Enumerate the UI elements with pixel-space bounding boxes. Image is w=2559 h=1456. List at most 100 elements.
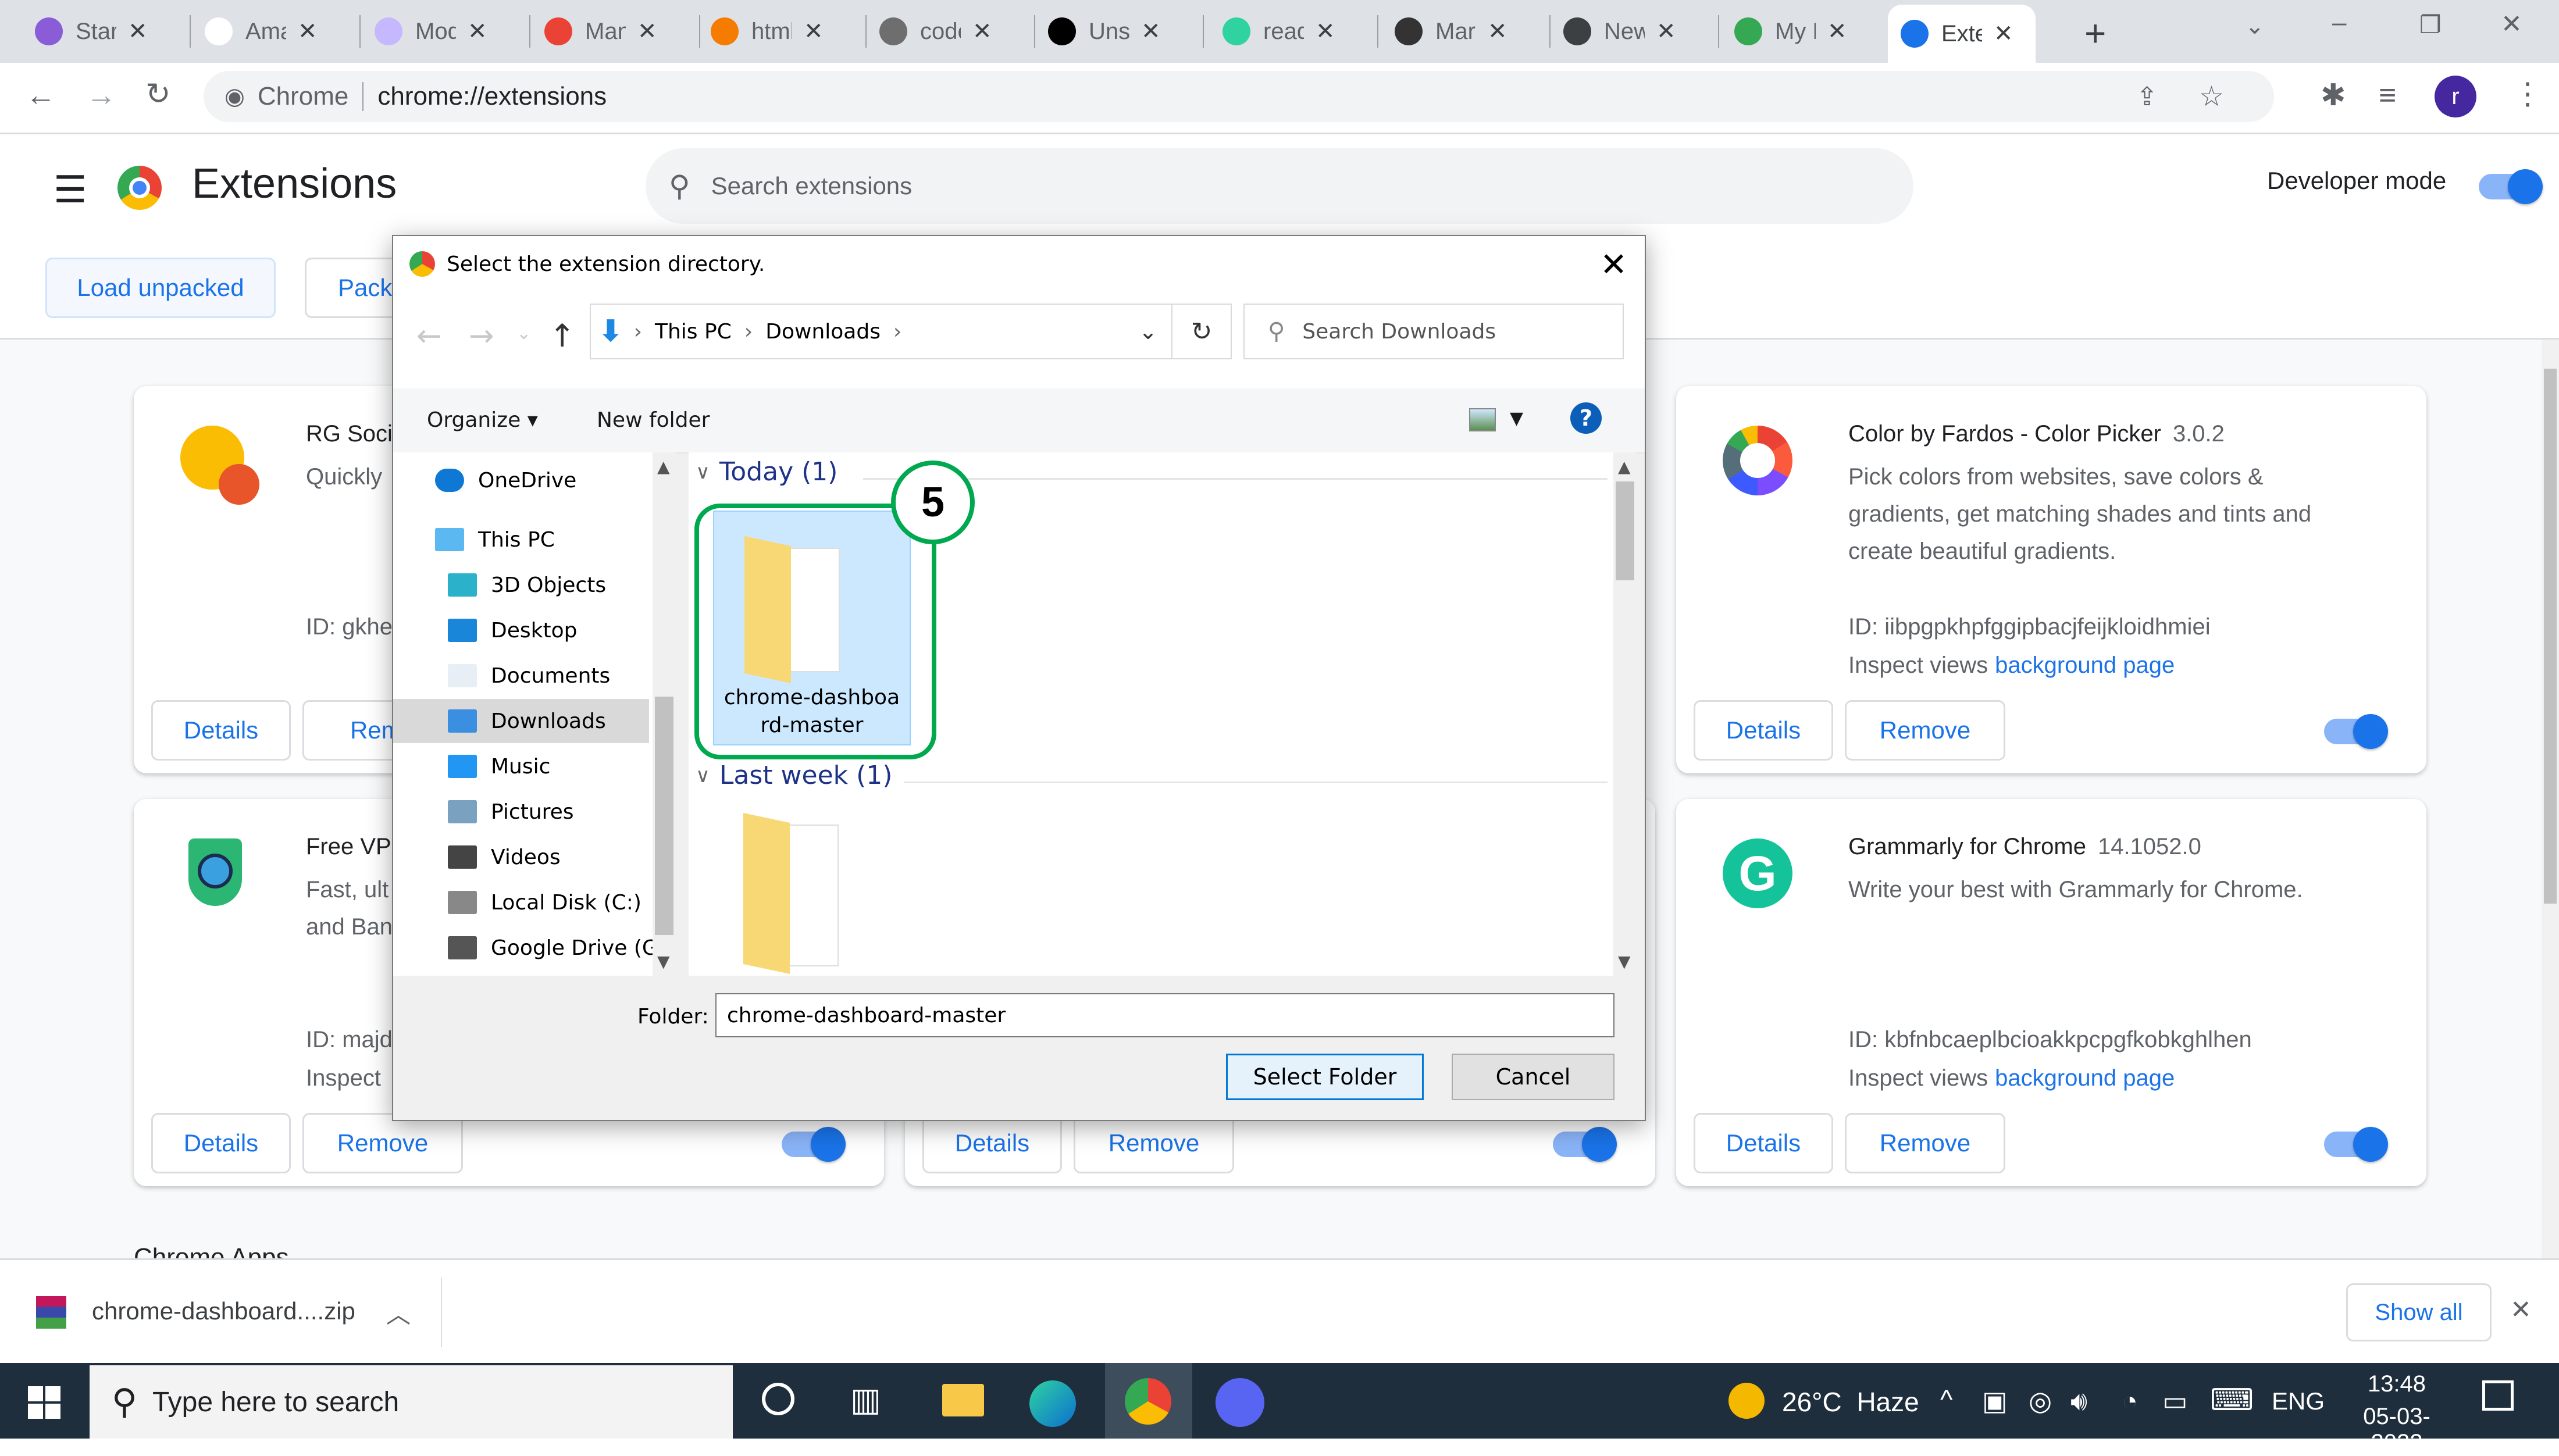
folder-item[interactable] — [743, 813, 839, 975]
menu-kebab-icon[interactable]: ⋮ — [2512, 77, 2543, 112]
new-tab-button[interactable]: + — [2084, 12, 2106, 55]
group-header-last-week[interactable]: ∨ Last week (1) — [696, 761, 892, 790]
notification-center-icon[interactable] — [2482, 1380, 2514, 1411]
help-icon[interactable]: ? — [1570, 402, 1602, 434]
weather-text[interactable]: 26°C Haze — [1782, 1386, 1919, 1418]
tab-mod[interactable]: Mod ✕ — [362, 8, 530, 55]
nav-item-local-disk-c[interactable]: Local Disk (C:) — [393, 880, 649, 925]
tab-close-icon[interactable]: ✕ — [637, 18, 657, 45]
url-text[interactable]: chrome://extensions — [377, 82, 607, 111]
nav-item-google-drive-g[interactable]: Google Drive (G: — [393, 926, 664, 970]
tab-markdown[interactable]: Markdown ✕ — [1382, 8, 1551, 55]
folder-item-selected[interactable]: chrome-dashboa rd-master — [713, 511, 911, 745]
extension-enable-toggle[interactable] — [2324, 1127, 2388, 1162]
details-button[interactable]: Details — [1694, 700, 1833, 761]
show-hidden-icons-chevron[interactable]: ^ — [1940, 1384, 1953, 1415]
breadcrumb-downloads[interactable]: Downloads — [765, 320, 881, 344]
extension-enable-toggle[interactable] — [782, 1127, 846, 1162]
volume-icon[interactable]: 🔊︎ — [2070, 1385, 2087, 1418]
tab-close-icon[interactable]: ✕ — [972, 18, 992, 45]
nav-item-videos[interactable]: Videos — [393, 835, 649, 879]
details-button[interactable]: Details — [151, 1113, 291, 1173]
tab-close-icon[interactable]: ✕ — [1316, 18, 1335, 45]
tab-code[interactable]: code ✕ — [867, 8, 1035, 55]
navigation-scrollbar-thumb[interactable] — [655, 697, 673, 935]
tab-close-icon[interactable]: ✕ — [1141, 18, 1161, 45]
tab-search-button[interactable]: ⌄ — [2245, 13, 2265, 40]
tab-close-icon[interactable]: ✕ — [1656, 18, 1676, 45]
download-filename[interactable]: chrome-dashboard....zip — [92, 1297, 355, 1325]
group-header-today[interactable]: ∨ Today (1) — [696, 457, 837, 487]
battery-icon[interactable]: ▭ — [2162, 1385, 2187, 1416]
tab-close-icon[interactable]: ✕ — [804, 18, 824, 45]
remove-button[interactable]: Remove — [1074, 1113, 1234, 1173]
forward-icon[interactable]: → — [86, 78, 116, 113]
restore-button[interactable]: ❐ — [2419, 10, 2442, 39]
clock-time[interactable]: 13:48 — [2341, 1371, 2452, 1397]
back-icon[interactable]: ← — [26, 78, 56, 113]
keyboard-icon[interactable]: ⌨ — [2210, 1383, 2254, 1418]
organize-menu[interactable]: Organize ▾ — [427, 408, 538, 432]
search-extensions-input[interactable]: ⚲ Search extensions — [646, 148, 1913, 224]
nav-item-3d-objects[interactable]: 3D Objects — [393, 563, 649, 607]
details-button[interactable]: Details — [1694, 1113, 1833, 1173]
close-window-button[interactable]: ✕ — [2501, 9, 2522, 39]
load-unpacked-button[interactable]: Load unpacked — [45, 258, 276, 318]
windows-start-icon[interactable] — [28, 1386, 60, 1419]
new-folder-button[interactable]: New folder — [597, 408, 710, 432]
address-bar[interactable]: ◉ Chrome chrome://extensions ⇪ ☆ — [204, 71, 2274, 122]
dialog-forward-icon[interactable]: → — [469, 319, 494, 354]
address-dropdown-chevron-icon[interactable]: ⌄ — [1139, 319, 1157, 344]
page-scrollbar[interactable] — [2542, 340, 2559, 1258]
language-indicator[interactable]: ENG — [2272, 1387, 2325, 1415]
wifi-icon[interactable]: ◔ — [2122, 1385, 2138, 1416]
remove-button[interactable]: Remove — [1845, 700, 2005, 761]
camera-icon[interactable]: ◎ — [2029, 1385, 2052, 1416]
extension-enable-toggle[interactable] — [2324, 714, 2388, 749]
edge-icon[interactable] — [1029, 1380, 1076, 1427]
nav-item-pictures[interactable]: Pictures — [393, 790, 649, 834]
tab-html[interactable]: html ✕ — [698, 8, 867, 55]
file-list-scrollbar-thumb[interactable] — [1616, 481, 1634, 580]
remove-button[interactable]: Remove — [1845, 1113, 2005, 1173]
tab-close-icon[interactable]: ✕ — [1994, 20, 2013, 47]
view-options-icon[interactable] — [1469, 408, 1496, 431]
tab-new-tab[interactable]: New Tab ✕ — [1551, 8, 1719, 55]
share-icon[interactable]: ⇪ — [2136, 82, 2158, 112]
tab-close-icon[interactable]: ✕ — [128, 18, 148, 45]
folder-name-input[interactable]: chrome-dashboard-master — [715, 993, 1614, 1037]
refresh-button[interactable]: ↻ — [1171, 304, 1232, 359]
background-page-link[interactable]: background page — [1995, 1065, 2175, 1091]
select-folder-button[interactable]: Select Folder — [1226, 1054, 1424, 1100]
show-all-button[interactable]: Show all — [2346, 1283, 2492, 1341]
page-scrollbar-thumb[interactable] — [2544, 369, 2557, 904]
nav-item-downloads[interactable]: Downloads — [393, 699, 649, 743]
profile-avatar[interactable]: r — [2435, 76, 2476, 117]
nav-item-onedrive[interactable]: OneDrive — [393, 458, 649, 502]
taskbar-search-box[interactable]: ⚲ Type here to search — [90, 1365, 733, 1439]
tab-extensions[interactable]: Extensions ✕ — [1888, 5, 2036, 63]
cortana-icon[interactable] — [762, 1383, 794, 1415]
view-options-dropdown-icon[interactable]: ▼ — [1510, 408, 1523, 429]
nav-item-music[interactable]: Music — [393, 744, 649, 788]
clock-date[interactable]: 05-03-2022 — [2341, 1404, 2452, 1456]
file-explorer-icon[interactable] — [942, 1384, 984, 1416]
details-button[interactable]: Details — [151, 700, 291, 761]
developer-mode-toggle[interactable] — [2479, 169, 2543, 204]
up-folder-icon[interactable]: ↑ — [549, 317, 575, 354]
extensions-puzzle-icon[interactable]: ✱ — [2321, 78, 2346, 113]
tab-start[interactable]: Start ✕ — [22, 8, 191, 55]
task-view-icon[interactable]: ▥ — [850, 1380, 881, 1419]
details-button[interactable]: Details — [922, 1113, 1062, 1173]
chrome-taskbar-button[interactable] — [1105, 1363, 1192, 1439]
file-list-scrollbar[interactable]: ▲ ▼ — [1613, 452, 1637, 976]
nav-item-documents[interactable]: Documents — [393, 654, 649, 698]
tab-close-icon[interactable]: ✕ — [1488, 18, 1507, 45]
tab-readme[interactable]: readme ✕ — [1210, 8, 1378, 55]
cancel-button[interactable]: Cancel — [1452, 1054, 1614, 1100]
tab-close-icon[interactable]: ✕ — [1827, 18, 1847, 45]
nav-item-this-pc[interactable]: This PC — [393, 518, 649, 562]
tab-unsplash[interactable]: Unsplash ✕ — [1035, 8, 1204, 55]
minimize-button[interactable]: – — [2332, 8, 2346, 37]
tab-amazon[interactable]: Amazon ✕ — [192, 8, 361, 55]
